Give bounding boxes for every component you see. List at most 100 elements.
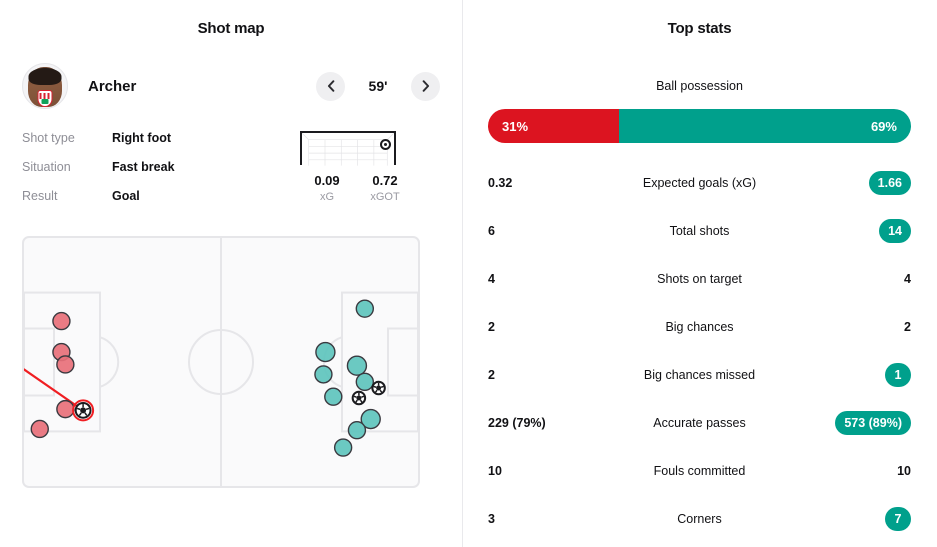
avatar <box>22 63 68 109</box>
next-shot-button[interactable] <box>411 71 440 101</box>
shot-marker <box>56 399 75 419</box>
shot-marker <box>56 355 75 374</box>
shot-detail-table: Shot type Right foot Situation Fast brea… <box>22 131 292 218</box>
goal-frame-icon <box>300 131 396 166</box>
xg-metrics: 0.09 xG 0.72 xGOT <box>298 173 440 203</box>
shot-marker <box>314 365 333 384</box>
xg-label: xG <box>319 191 335 203</box>
stat-away-pill: 573 (89%) <box>835 411 911 435</box>
pitch-six-yard-right <box>387 327 419 397</box>
xgot-value: 0.72 <box>372 173 398 188</box>
shot-detail-area: Shot type Right foot Situation Fast brea… <box>0 131 462 218</box>
stat-away-value: 14 <box>799 219 911 243</box>
stat-label: Fouls committed <box>653 464 746 478</box>
shot-marker <box>355 372 375 392</box>
stat-label: Corners <box>677 512 722 526</box>
stat-label: Big chances missed <box>643 368 756 382</box>
shot-marker <box>30 419 49 439</box>
stat-home-value: 2 <box>488 320 495 334</box>
stat-row: 2 Big chances 2 <box>462 303 937 351</box>
stat-home-value: 2 <box>488 368 495 382</box>
stat-away-pill: 7 <box>885 507 911 531</box>
stat-away-pill: 1 <box>885 363 911 387</box>
stat-away-pill: 14 <box>879 219 911 243</box>
stat-away-value: 10 <box>897 464 911 478</box>
possession-away-value: 69% <box>870 118 897 134</box>
shot-marker <box>333 438 353 457</box>
stat-home-value: 4 <box>488 272 495 286</box>
southampton-badge-icon <box>37 90 53 107</box>
result-label: Result <box>22 189 58 203</box>
stat-row: 0.32 Expected goals (xG) 1.66 <box>462 159 937 207</box>
shot-placement-marker <box>380 139 391 150</box>
possession-away-bar: 69% <box>619 109 911 143</box>
pitch[interactable] <box>18 236 424 488</box>
pitch-shot-plot <box>18 238 424 486</box>
shot-marker <box>355 299 375 318</box>
stat-label: Accurate passes <box>653 416 746 430</box>
goal-ball-marker <box>72 399 95 422</box>
chevron-left-icon <box>327 80 334 92</box>
detail-row: Result Goal <box>22 189 292 218</box>
shot-map-panel: Shot map Archer 59' Shot type Right foot… <box>0 0 462 547</box>
stat-away-value: 4 <box>904 272 911 286</box>
goal-mouth-block: 0.09 xG 0.72 xGOT <box>292 131 440 218</box>
stat-row: 229 (79%) Accurate passes 573 (89%) <box>462 399 937 447</box>
stat-row: 3 Corners 7 <box>462 495 937 543</box>
possession-bar: 31% 69% <box>488 109 911 143</box>
goal-ball-marker <box>351 390 367 406</box>
stat-row: 4 Shots on target 4 <box>462 255 937 303</box>
stat-home-value: 229 (79%) <box>488 416 546 430</box>
stat-label: Shots on target <box>657 272 742 286</box>
shot-map-title: Shot map <box>197 20 265 37</box>
prev-shot-button[interactable] <box>316 71 345 101</box>
stat-row: 10 Fouls committed 10 <box>462 447 937 495</box>
stats-list: 0.32 Expected goals (xG) 1.66 6 Total shots 1… <box>462 159 937 543</box>
pitch-six-yard-left <box>23 327 55 397</box>
shot-marker <box>52 311 71 331</box>
pitch-penalty-arc-left <box>99 336 120 388</box>
xgot-metric: 0.72 xGOT <box>356 173 414 203</box>
top-stats-panel: Top stats Ball possession 31% 69% 0.32 Ex… <box>462 0 937 547</box>
shot-marker <box>347 420 367 440</box>
ball-possession-label: Ball possession <box>656 79 743 93</box>
shot-type-label: Shot type <box>22 131 75 145</box>
pitch-container <box>0 218 462 488</box>
shot-marker <box>324 387 343 406</box>
stat-away-value: 1.66 <box>799 171 911 195</box>
player-name: Archer <box>88 77 137 95</box>
goal-ball-marker <box>371 380 386 396</box>
shot-marker <box>315 341 336 363</box>
possession-home-value: 31% <box>502 118 529 134</box>
stat-label: Total shots <box>669 224 730 238</box>
result-value: Goal <box>112 189 140 203</box>
situation-label: Situation <box>22 160 71 174</box>
player-header: Archer 59' <box>0 63 462 109</box>
xg-value: 0.09 <box>314 173 340 188</box>
stat-row: 2 Big chances missed 1 <box>462 351 937 399</box>
stat-home-value: 0.32 <box>488 176 513 190</box>
shot-minute: 59' <box>368 78 388 94</box>
detail-row: Shot type Right foot <box>22 131 292 160</box>
avatar-hair <box>28 68 62 85</box>
match-stats-screen: Shot map Archer 59' Shot type Right foot… <box>0 0 937 547</box>
stat-away-pill: 1.66 <box>868 171 911 195</box>
stat-label: Expected goals (xG) <box>642 176 757 190</box>
possession-home-bar: 31% <box>488 109 620 143</box>
shot-navigation: 59' <box>316 71 440 101</box>
top-stats-title: Top stats <box>667 20 732 37</box>
stat-home-value: 3 <box>488 512 495 526</box>
goal-net-icon <box>302 133 394 166</box>
detail-row: Situation Fast break <box>22 160 292 189</box>
shot-type-value: Right foot <box>112 131 172 145</box>
stat-away-value: 573 (89%) <box>799 411 911 435</box>
stat-away-value: 1 <box>799 363 911 387</box>
xgot-label: xGOT <box>370 191 400 203</box>
stat-label: Big chances <box>665 320 734 334</box>
stat-away-value: 2 <box>904 320 911 334</box>
situation-value: Fast break <box>112 160 175 174</box>
stat-row: 6 Total shots 14 <box>462 207 937 255</box>
shot-marker <box>346 355 368 376</box>
stat-away-value: 7 <box>799 507 911 531</box>
stat-home-value: 10 <box>488 464 502 478</box>
